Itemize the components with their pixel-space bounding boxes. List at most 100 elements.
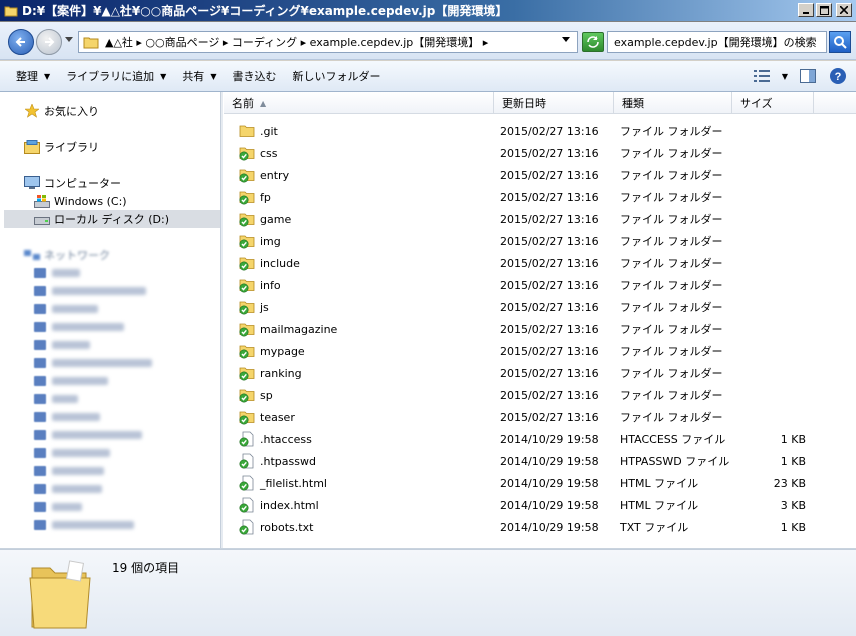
organize-menu[interactable]: 整理 ▼ [8,64,58,88]
file-name: js [260,300,269,314]
file-row[interactable]: fp 2015/02/27 13:16 ファイル フォルダー [224,186,856,208]
file-row[interactable]: robots.txt 2014/10/29 19:58 TXT ファイル 1 KB [224,516,856,538]
maximize-button[interactable] [816,3,832,17]
network-computer-item[interactable] [34,411,100,423]
file-type: ファイル フォルダー [620,257,723,270]
file-name-cell[interactable]: game [238,211,291,227]
file-name-cell[interactable]: mypage [238,343,305,359]
network-computer-item[interactable] [34,447,110,459]
file-name-cell[interactable]: mailmagazine [238,321,337,337]
file-row[interactable]: sp 2015/02/27 13:16 ファイル フォルダー [224,384,856,406]
preview-pane-button[interactable] [798,66,818,86]
back-button[interactable] [8,29,34,55]
help-button[interactable]: ? [828,66,848,86]
network-computer-item[interactable] [34,393,78,405]
file-type: HTML ファイル [620,477,699,490]
file-name-cell[interactable]: index.html [238,497,319,513]
network-computer-item[interactable] [34,519,134,531]
file-row[interactable]: js 2015/02/27 13:16 ファイル フォルダー [224,296,856,318]
file-row[interactable]: .htpasswd 2014/10/29 19:58 HTPASSWD ファイル 1 … [224,450,856,472]
file-name-cell[interactable]: js [238,299,269,315]
file-name-cell[interactable]: .htpasswd [238,453,316,469]
network-computer-item[interactable] [34,375,108,387]
folder-icon [238,343,256,359]
file-row[interactable]: index.html 2014/10/29 19:58 HTML ファイル 3 KB [224,494,856,516]
recent-pages-dropdown[interactable] [65,37,74,43]
view-options-button[interactable] [752,66,772,86]
network-computer-item[interactable] [34,501,82,513]
view-dropdown-icon[interactable]: ▼ [782,72,788,81]
network-computer-item[interactable] [34,321,124,333]
file-type: ファイル フォルダー [620,345,723,358]
file-name-cell[interactable]: teaser [238,409,295,425]
minimize-button[interactable] [798,3,814,17]
refresh-button[interactable] [582,32,604,52]
file-icon [238,431,256,447]
file-name-cell[interactable]: include [238,255,300,271]
nav-item-libraries[interactable]: ライブラリ [4,138,220,156]
file-name-cell[interactable]: entry [238,167,289,183]
breadcrumb[interactable]: ▲△社 ▸ ○○商品ページ ▸ コーディング ▸ example.cepdev.… [105,34,488,50]
network-computer-item[interactable] [34,285,146,297]
column-header-name[interactable]: 名前 ▲ [224,92,494,114]
column-header-type[interactable]: 種類 [614,92,732,114]
share-menu[interactable]: 共有 ▼ [174,64,224,88]
file-name-cell[interactable]: .htaccess [238,431,312,447]
file-name-cell[interactable]: css [238,145,278,161]
nav-item-drive-d[interactable]: ローカル ディスク (D:) [4,210,220,228]
file-row[interactable]: ranking 2015/02/27 13:16 ファイル フォルダー [224,362,856,384]
search-button[interactable] [829,31,851,53]
file-name-cell[interactable]: info [238,277,281,293]
address-input[interactable]: ▲△社 ▸ ○○商品ページ ▸ コーディング ▸ example.cepdev.… [78,31,578,53]
chevron-down-icon[interactable] [562,37,571,43]
nav-item-network[interactable]: ネットワーク [4,246,220,264]
add-to-library-menu[interactable]: ライブラリに追加 ▼ [58,64,174,88]
column-header-size[interactable]: サイズ [732,92,814,114]
search-input[interactable]: example.cepdev.jp【開発環境】の検索 [607,31,827,53]
file-type: HTPASSWD ファイル [620,455,730,468]
file-row[interactable]: img 2015/02/27 13:16 ファイル フォルダー [224,230,856,252]
column-header-date[interactable]: 更新日時 [494,92,614,114]
file-row[interactable]: mypage 2015/02/27 13:16 ファイル フォルダー [224,340,856,362]
file-row[interactable]: info 2015/02/27 13:16 ファイル フォルダー [224,274,856,296]
network-computer-item[interactable] [34,465,104,477]
file-row[interactable]: entry 2015/02/27 13:16 ファイル フォルダー [224,164,856,186]
computer-icon [34,376,46,386]
nav-label-network: ネットワーク [44,249,110,262]
network-computer-item[interactable] [34,483,102,495]
nav-item-favorites[interactable]: お気に入り [4,102,220,120]
nav-item-drive-c[interactable]: Windows (C:) [4,192,220,210]
burn-button[interactable]: 書き込む [224,64,284,88]
file-row[interactable]: .git 2015/02/27 13:16 ファイル フォルダー [224,120,856,142]
file-type: ファイル フォルダー [620,367,723,380]
file-name-cell[interactable]: img [238,233,281,249]
network-computer-item[interactable] [34,303,98,315]
new-folder-button[interactable]: 新しいフォルダー [284,64,388,88]
file-name-cell[interactable]: .git [238,123,278,139]
file-name-cell[interactable]: fp [238,189,271,205]
file-row[interactable]: .htaccess 2014/10/29 19:58 HTACCESS ファイル 1 … [224,428,856,450]
file-row[interactable]: teaser 2015/02/27 13:16 ファイル フォルダー [224,406,856,428]
close-button[interactable] [836,3,852,17]
file-list: 名前 ▲ 更新日時 種類 サイズ .git 2015/02/27 13:16 ファイ… [224,92,856,548]
column-label-date: 更新日時 [502,97,546,110]
forward-button[interactable] [36,29,62,55]
file-name-cell[interactable]: sp [238,387,273,403]
network-computer-item[interactable] [34,267,80,279]
pane-splitter[interactable] [220,92,223,548]
file-date: 2015/02/27 13:16 [500,212,599,226]
file-row[interactable]: include 2015/02/27 13:16 ファイル フォルダー [224,252,856,274]
file-row[interactable]: mailmagazine 2015/02/27 13:16 ファイル フォルダー [224,318,856,340]
nav-item-computer[interactable]: コンピューター [4,174,220,192]
network-computer-item[interactable] [34,339,90,351]
file-row[interactable]: _filelist.html 2014/10/29 19:58 HTML ファイル 2… [224,472,856,494]
file-name-cell[interactable]: ranking [238,365,302,381]
file-name: .htpasswd [260,454,316,468]
file-row[interactable]: css 2015/02/27 13:16 ファイル フォルダー [224,142,856,164]
network-computer-item[interactable] [34,357,152,369]
network-computer-item[interactable] [34,429,142,441]
file-name-cell[interactable]: robots.txt [238,519,313,535]
file-row[interactable]: game 2015/02/27 13:16 ファイル フォルダー [224,208,856,230]
file-name-cell[interactable]: _filelist.html [238,475,327,491]
computer-icon [34,484,46,494]
